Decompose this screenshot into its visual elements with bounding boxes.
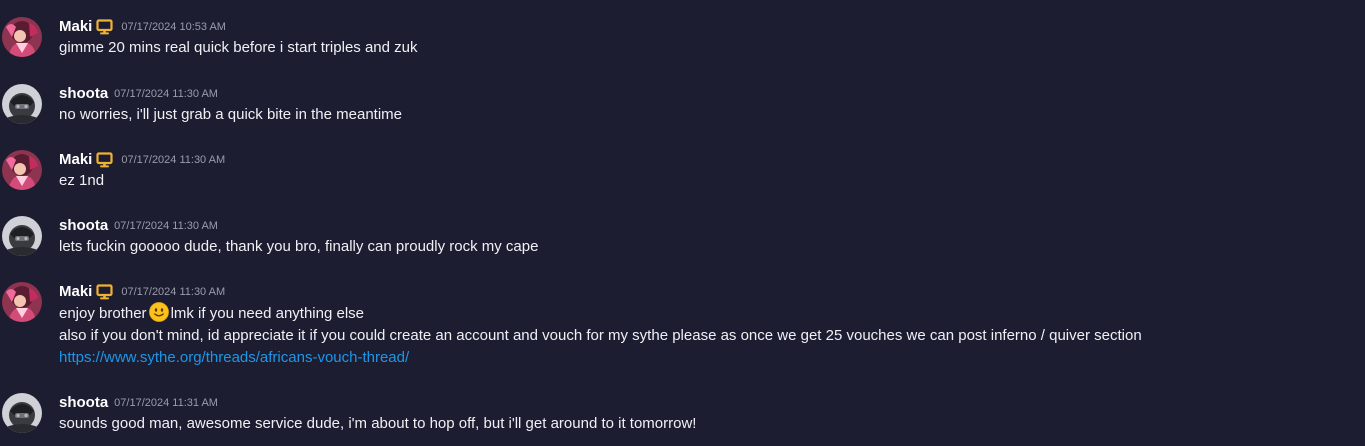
message-text-line: enjoy brother lmk if you need anything el… — [59, 302, 1355, 325]
maki-avatar-image — [2, 282, 42, 322]
message-text: no worries, i'll just grab a quick bite … — [59, 106, 403, 123]
message-item: Maki 07/17/2024 11:30 AM enjoy brother lmk… — [0, 282, 1365, 372]
message-text-line: also if you don't mind, id appreciate it… — [59, 327, 1142, 344]
chat-message-list: Maki 07/17/2024 10:53 AM gimme 20 mins re… — [0, 0, 1365, 446]
shoota-avatar-image — [2, 84, 42, 124]
avatar[interactable] — [2, 393, 42, 433]
desktop-icon — [96, 284, 113, 300]
message-author[interactable]: shoota — [59, 394, 108, 411]
avatar[interactable] — [2, 84, 42, 124]
avatar[interactable] — [2, 282, 42, 322]
message-author[interactable]: Maki — [59, 18, 92, 35]
desktop-icon — [96, 152, 113, 168]
message-text-segment: lmk if you need anything else — [170, 305, 365, 322]
message-text: gimme 20 mins real quick before i start … — [59, 39, 418, 56]
maki-avatar-image — [2, 150, 42, 190]
message-timestamp[interactable]: 07/17/2024 11:30 AM — [114, 88, 218, 100]
message-author[interactable]: shoota — [59, 217, 108, 234]
message-item: shoota 07/17/2024 11:30 AM no worries, i'… — [0, 84, 1365, 128]
message-item: shoota 07/17/2024 11:31 AM sounds good ma… — [0, 393, 1365, 437]
message-author[interactable]: shoota — [59, 85, 108, 102]
avatar[interactable] — [2, 216, 42, 256]
message-timestamp[interactable]: 07/17/2024 11:30 AM — [121, 286, 225, 298]
maki-avatar-image — [2, 17, 42, 57]
shoota-avatar-image — [2, 216, 42, 256]
message-item: shoota 07/17/2024 11:30 AM lets fuckin go… — [0, 216, 1365, 260]
slightly-smiling-face-emoji-icon[interactable] — [148, 302, 169, 322]
message-item: Maki 07/17/2024 11:30 AM ez 1nd — [0, 150, 1365, 194]
message-text: lets fuckin gooooo dude, thank you bro, … — [59, 238, 539, 255]
message-text-segment: enjoy brother — [59, 305, 147, 322]
message-timestamp[interactable]: 07/17/2024 11:30 AM — [121, 154, 225, 166]
avatar[interactable] — [2, 17, 42, 57]
avatar[interactable] — [2, 150, 42, 190]
message-author[interactable]: Maki — [59, 151, 92, 168]
message-link[interactable]: https://www.sythe.org/threads/africans-v… — [59, 347, 409, 369]
message-text: sounds good man, awesome service dude, i… — [59, 415, 697, 432]
message-timestamp[interactable]: 07/17/2024 11:31 AM — [114, 397, 218, 409]
message-author[interactable]: Maki — [59, 283, 92, 300]
message-item: Maki 07/17/2024 10:53 AM gimme 20 mins re… — [0, 17, 1365, 61]
message-text: ez 1nd — [59, 172, 105, 189]
desktop-icon — [96, 19, 113, 35]
shoota-avatar-image — [2, 393, 42, 433]
message-timestamp[interactable]: 07/17/2024 11:30 AM — [114, 220, 218, 232]
message-timestamp[interactable]: 07/17/2024 10:53 AM — [121, 21, 226, 33]
